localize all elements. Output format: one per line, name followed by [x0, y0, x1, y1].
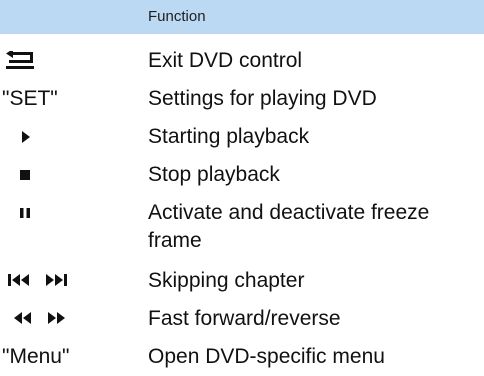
header-function-label: Function — [148, 8, 206, 25]
table-row: Activate and deactivate freeze frame — [0, 196, 484, 258]
row-function: Fast forward/reverse — [148, 307, 341, 330]
table-row: "Menu" Open DVD-specific menu — [0, 340, 484, 374]
pause-icon — [20, 208, 30, 218]
play-icon — [22, 131, 30, 143]
table-row: Skipping chapter — [0, 264, 484, 298]
row-function: Starting playback — [148, 125, 310, 148]
row-function: Stop playback — [148, 163, 280, 186]
row-symbol-text: "Menu" — [2, 345, 70, 368]
table-row: Stop playback — [0, 158, 484, 192]
row-function: Exit DVD control — [148, 49, 303, 72]
row-function: Activate and deactivate freeze frame — [148, 201, 430, 252]
row-function: Open DVD-specific menu — [148, 345, 385, 368]
function-table: Function Exit DVD control "SET" Settings… — [0, 0, 484, 376]
table-row: "SET" Settings for playing DVD — [0, 82, 484, 116]
skip-forward-icon — [46, 274, 68, 286]
row-function: Skipping chapter — [148, 269, 305, 292]
table-header: Function — [0, 0, 484, 34]
fast-reverse-icon — [14, 312, 32, 324]
header-symbol-cell — [0, 0, 148, 34]
table-row: Fast forward/reverse — [0, 302, 484, 336]
fast-forward-icon — [48, 312, 66, 324]
table-row: Starting playback — [0, 120, 484, 154]
skip-back-icon — [8, 274, 30, 286]
table-row: Exit DVD control — [0, 44, 484, 78]
back-arrow-icon — [6, 51, 34, 69]
row-symbol-text: "SET" — [2, 87, 58, 110]
row-function: Settings for playing DVD — [148, 87, 377, 110]
stop-icon — [20, 170, 30, 180]
